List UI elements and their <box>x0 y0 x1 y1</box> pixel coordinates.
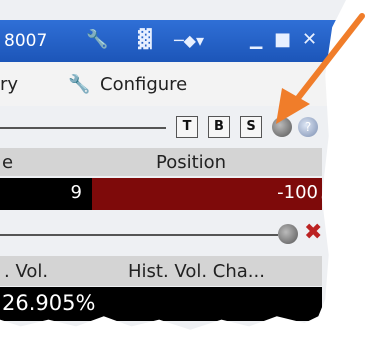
arrow-shaft <box>292 13 365 105</box>
annotation-arrow <box>276 13 365 124</box>
